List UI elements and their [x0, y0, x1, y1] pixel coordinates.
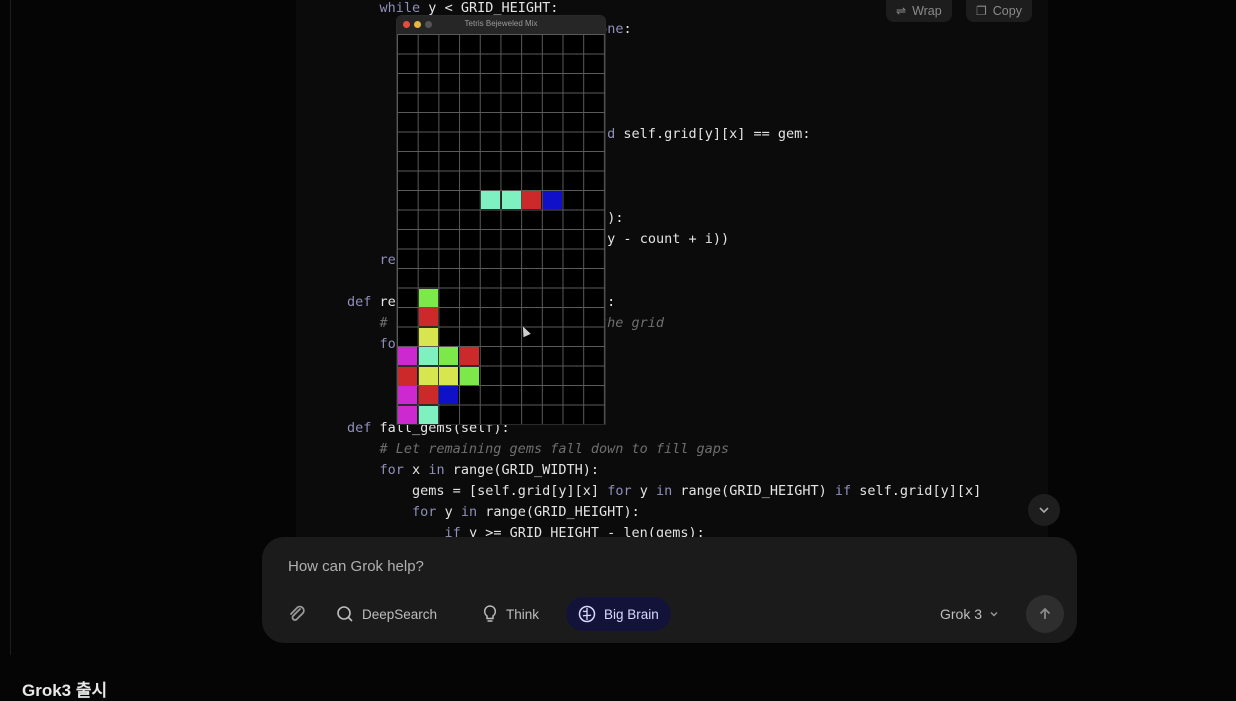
arrow-up-icon — [1039, 607, 1051, 619]
gem-green — [439, 347, 459, 365]
gem-yellow — [418, 366, 438, 385]
gem-red — [418, 308, 438, 326]
model-selector[interactable]: Grok 3 — [940, 597, 1000, 631]
page-heading: Grok3 출시 — [22, 681, 108, 700]
game-board[interactable] — [397, 34, 605, 424]
window-title: Tetris Bejeweled Mix — [464, 19, 538, 28]
prompt-input[interactable]: How can Grok help? — [288, 558, 424, 575]
code-line: for x in range(GRID_WIDTH): — [379, 462, 600, 478]
attach-button[interactable] — [284, 601, 310, 627]
chevron-down-icon — [1039, 507, 1049, 514]
deepsearch-button[interactable]: DeepSearch — [324, 597, 449, 631]
scroll-down-button[interactable] — [1028, 494, 1060, 526]
gem-green — [418, 288, 438, 307]
gem-magenta — [398, 386, 417, 404]
gem-magenta — [398, 405, 417, 424]
model-label: Grok 3 — [940, 606, 983, 622]
code-line: for y in range(GRID_HEIGHT): — [412, 504, 640, 520]
left-divider — [10, 0, 11, 655]
search-icon — [337, 606, 353, 622]
gem-red — [522, 191, 542, 209]
gem-yellow — [418, 327, 438, 346]
gem-mint — [418, 347, 438, 365]
gem-magenta — [398, 347, 417, 365]
gem-blue — [439, 386, 459, 404]
copy-icon: ❐ — [976, 4, 987, 18]
wrap-icon: ⇌ — [896, 4, 907, 18]
wrap-button[interactable]: ⇌ Wrap — [886, 0, 952, 22]
gem-mint — [501, 191, 521, 209]
gem-mint — [480, 191, 500, 209]
gem-yellow — [439, 366, 459, 385]
send-button[interactable] — [1026, 595, 1064, 633]
gem-mint — [418, 405, 438, 424]
think-button[interactable]: Think — [470, 597, 551, 631]
copy-label: Copy — [992, 4, 1022, 18]
copy-button[interactable]: ❐ Copy — [966, 0, 1032, 22]
code-line: # Let remaining gems fall down to fill g… — [379, 441, 730, 457]
big-brain-button[interactable]: Big Brain — [566, 597, 671, 631]
brain-icon — [578, 605, 596, 623]
gem-red — [418, 386, 438, 404]
chat-composer: How can Grok help? DeepSearch Think Big … — [262, 537, 1077, 643]
window-titlebar: Tetris Bejeweled Mix — [397, 16, 605, 34]
wrap-label: Wrap — [912, 4, 942, 18]
think-label: Think — [506, 606, 540, 622]
lightbulb-icon — [483, 605, 497, 622]
gem-blue — [542, 191, 562, 209]
game-window[interactable]: Tetris Bejeweled Mix — [396, 15, 606, 425]
gem-green — [460, 366, 480, 385]
big-brain-label: Big Brain — [604, 606, 659, 622]
gem-red — [460, 347, 480, 365]
gem-red — [398, 366, 417, 385]
paperclip-icon — [290, 605, 305, 621]
chevron-down-icon — [990, 612, 998, 617]
deepsearch-label: DeepSearch — [362, 606, 438, 622]
code-line: gems = [self.grid[y][x] for y in range(G… — [412, 483, 982, 499]
